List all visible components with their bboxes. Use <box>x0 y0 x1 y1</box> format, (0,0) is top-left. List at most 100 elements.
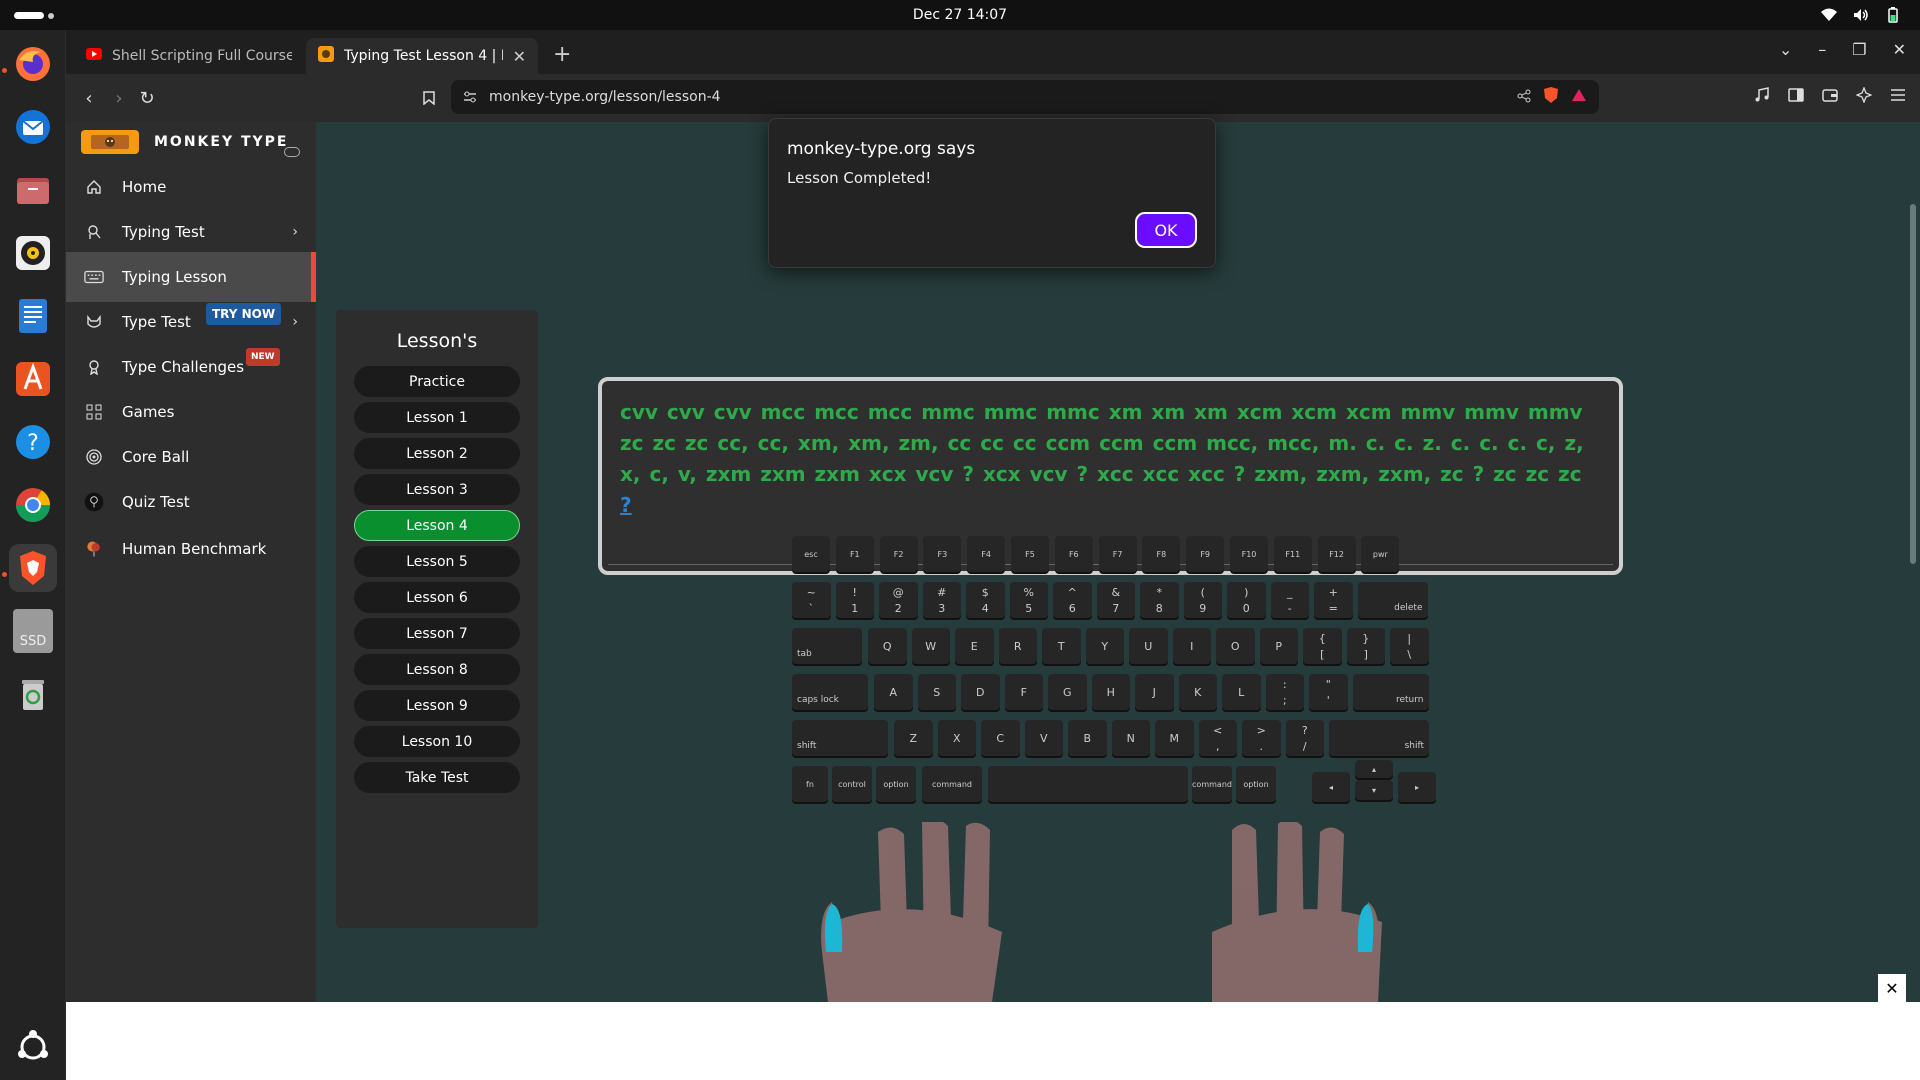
key-l[interactable]: L <box>1222 674 1261 710</box>
menu-icon[interactable] <box>1890 87 1906 107</box>
system-clock[interactable]: Dec 27 14:07 <box>0 7 1920 23</box>
key-o[interactable]: O <box>1216 628 1255 664</box>
key-esc[interactable]: esc <box>792 536 830 572</box>
key-g[interactable]: G <box>1048 674 1087 710</box>
key-option-2[interactable]: option <box>876 766 916 802</box>
key-k[interactable]: K <box>1178 674 1217 710</box>
lesson-button-5[interactable]: Lesson 5 <box>354 546 520 577</box>
back-icon[interactable]: ‹ <box>76 85 102 111</box>
sidebar-item-home[interactable]: Home <box>66 162 316 212</box>
key-bracket-0[interactable]: {[ <box>1303 628 1342 664</box>
key-punct-1[interactable]: " ' <box>1309 674 1348 710</box>
close-window-icon[interactable]: ✕ <box>1893 40 1906 59</box>
system-tray[interactable] <box>1820 6 1902 24</box>
key-c[interactable]: C <box>981 720 1020 756</box>
key-n[interactable]: N <box>1111 720 1150 756</box>
key-f1[interactable]: F1 <box>835 536 874 572</box>
key-e[interactable]: E <box>955 628 994 664</box>
key-arrow-down[interactable]: ▾ <box>1355 780 1393 800</box>
site-settings-icon[interactable] <box>463 88 477 107</box>
key-option-5[interactable]: option <box>1236 766 1276 802</box>
forward-icon[interactable]: › <box>106 85 132 111</box>
page-scrollbar[interactable] <box>1906 122 1920 1002</box>
key-left-shift[interactable]: shift <box>792 720 888 756</box>
key-return[interactable]: return <box>1352 674 1429 710</box>
key-f12[interactable]: F12 <box>1317 536 1356 572</box>
key-number-11[interactable]: _ - <box>1270 582 1309 618</box>
key-number-2[interactable]: @2 <box>879 582 918 618</box>
key-angle-2[interactable]: ? / <box>1285 720 1324 756</box>
brave-icon[interactable] <box>9 544 57 592</box>
volume-icon[interactable] <box>1852 6 1870 24</box>
thunderbird-icon[interactable] <box>9 103 57 151</box>
key-a[interactable]: A <box>874 674 913 710</box>
key-f5[interactable]: F5 <box>1011 536 1049 572</box>
key-f7[interactable]: F7 <box>1098 536 1137 572</box>
key-number-5[interactable]: % 5 <box>1009 582 1048 618</box>
key-angle-1[interactable]: >. <box>1242 720 1281 756</box>
key-q[interactable]: Q <box>868 628 907 664</box>
key-number-1[interactable]: ! 1 <box>835 582 874 618</box>
key-angle-0[interactable]: <, <box>1198 720 1237 756</box>
lesson-button-9[interactable]: Lesson 9 <box>354 690 520 721</box>
key-number-3[interactable]: #3 <box>922 582 961 618</box>
tab-shell-scripting[interactable]: Shell Scripting Full Course 2( <box>74 38 304 74</box>
help-icon[interactable]: ? <box>9 418 57 466</box>
brave-shields-icon[interactable] <box>1543 86 1559 108</box>
sidebar-item-quiz-test[interactable]: Quiz Test <box>66 477 316 527</box>
key-f6[interactable]: F6 <box>1054 536 1093 572</box>
sidebar-item-typing-test[interactable]: Typing Test › <box>66 207 316 257</box>
key-arrow-right[interactable]: ▸ <box>1398 772 1436 802</box>
key-r[interactable]: R <box>998 628 1037 664</box>
take-test-button[interactable]: Take Test <box>354 762 520 793</box>
key-command-3[interactable]: command <box>922 766 982 802</box>
writer-icon[interactable] <box>9 292 57 340</box>
close-tab-icon[interactable]: ✕ <box>513 47 526 66</box>
lesson-button-7[interactable]: Lesson 7 <box>354 618 520 649</box>
key-f[interactable]: F <box>1004 674 1043 710</box>
site-logo[interactable]: MONKEY TYPE <box>81 130 289 154</box>
key-f11[interactable]: F11 <box>1273 536 1312 572</box>
new-tab-button[interactable]: + <box>553 42 571 67</box>
key-number-4[interactable]: $4 <box>966 582 1005 618</box>
key-control-1[interactable]: control <box>832 766 872 802</box>
key-arrow-left[interactable]: ◂ <box>1312 772 1350 802</box>
key-f9[interactable]: F9 <box>1186 536 1225 572</box>
key-tab[interactable]: tab <box>792 628 862 664</box>
scrollbar-thumb[interactable] <box>1910 204 1916 564</box>
firefox-icon[interactable] <box>9 40 57 88</box>
media-icon[interactable] <box>1754 87 1770 107</box>
lesson-button-practice[interactable]: Practice <box>354 366 520 397</box>
key-w[interactable]: W <box>911 628 950 664</box>
lesson-button-6[interactable]: Lesson 6 <box>354 582 520 613</box>
apps-grid-icon[interactable] <box>9 1023 57 1071</box>
ssd-icon[interactable]: SSD <box>9 607 57 655</box>
share-icon[interactable] <box>1517 88 1531 107</box>
key-caps-lock[interactable]: caps lock <box>792 674 868 710</box>
key-t[interactable]: T <box>1042 628 1081 664</box>
key-number-9[interactable]: (9 <box>1183 582 1222 618</box>
key-number-7[interactable]: & 7 <box>1096 582 1135 618</box>
key-delete[interactable]: delete <box>1357 582 1428 618</box>
key-z[interactable]: Z <box>894 720 933 756</box>
key-u[interactable]: U <box>1129 628 1168 664</box>
key-j[interactable]: J <box>1135 674 1174 710</box>
key-f8[interactable]: F8 <box>1142 536 1181 572</box>
key-h[interactable]: H <box>1091 674 1130 710</box>
key-arrow-up[interactable]: ▴ <box>1355 760 1393 778</box>
key-command-4[interactable]: command <box>1192 766 1232 802</box>
key-punct-0[interactable]: :; <box>1265 674 1304 710</box>
lesson-button-8[interactable]: Lesson 8 <box>354 654 520 685</box>
leo-ai-icon[interactable] <box>1855 86 1873 107</box>
close-ad-icon[interactable]: ✕ <box>1878 974 1906 1002</box>
address-bar[interactable]: monkey-type.org/lesson/lesson-4 <box>451 80 1599 114</box>
theme-toggle-icon[interactable] <box>284 147 300 157</box>
key-bracket-1[interactable]: }] <box>1346 628 1385 664</box>
files-icon[interactable] <box>9 166 57 214</box>
sidebar-toggle-icon[interactable] <box>1788 87 1804 107</box>
minimize-icon[interactable]: – <box>1818 40 1826 59</box>
key-i[interactable]: I <box>1172 628 1211 664</box>
wifi-icon[interactable] <box>1820 6 1838 24</box>
brave-rewards-icon[interactable] <box>1571 87 1587 107</box>
ok-button[interactable]: OK <box>1135 212 1197 248</box>
